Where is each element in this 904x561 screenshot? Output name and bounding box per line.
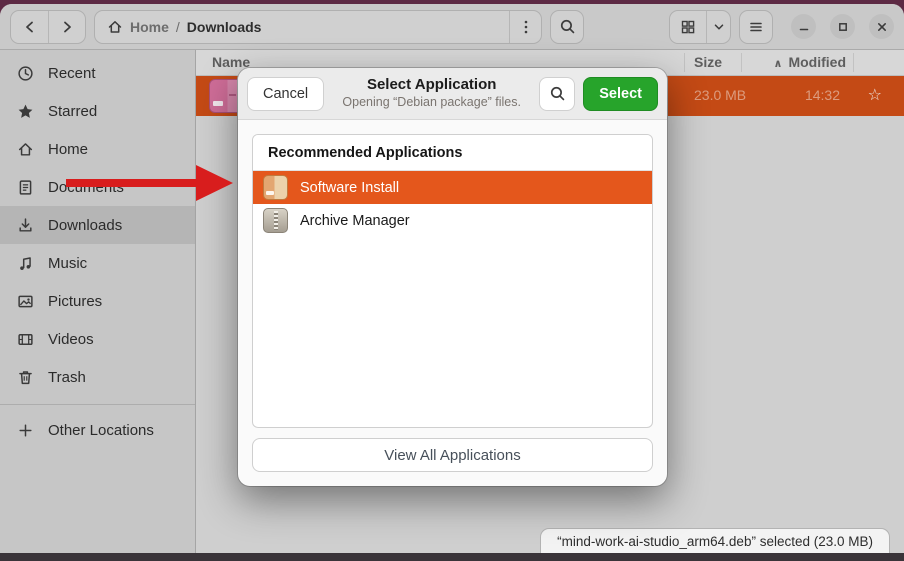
main-menu-button[interactable] [739,10,773,44]
chevron-down-icon [712,20,726,34]
sidebar-item-label: Pictures [48,293,102,310]
chevron-right-icon [59,19,75,35]
select-application-dialog: Cancel Select Application Opening “Debia… [238,68,667,486]
sidebar-item-label: Downloads [48,217,122,234]
headerbar: Home / Downloads [0,4,904,50]
annotation-arrow-icon [60,160,240,206]
column-header-name[interactable]: Name [212,54,250,70]
sidebar-item-label: Other Locations [48,422,154,439]
sidebar-item-downloads[interactable]: Downloads [0,206,195,244]
app-row-software-install[interactable]: Software Install [253,171,652,204]
document-icon [17,179,34,196]
minimize-icon [798,21,810,33]
sidebar-item-label: Videos [48,331,94,348]
recommended-applications-header: Recommended Applications [253,135,652,171]
dialog-search-button[interactable] [539,77,575,111]
app-name: Software Install [300,180,399,196]
sidebar: Recent Starred Home Documents [0,50,196,553]
chevron-left-icon [22,19,38,35]
picture-icon [17,293,34,310]
sidebar-item-pictures[interactable]: Pictures [0,282,195,320]
deb-package-icon [263,175,288,200]
search-icon [559,18,576,35]
sort-ascending-icon: ∧ [774,58,783,70]
breadcrumb-separator: / [176,19,180,35]
file-modified-time: 14:32 [805,87,840,103]
file-size: 23.0 MB [694,87,746,103]
status-text: “mind-work-ai-studio_arm64.deb” selected… [557,534,873,549]
status-bar: “mind-work-ai-studio_arm64.deb” selected… [540,528,890,553]
star-icon [17,103,34,120]
plus-icon [17,422,34,439]
cancel-button[interactable]: Cancel [247,77,324,111]
dialog-headerbar: Cancel Select Application Opening “Debia… [238,68,667,120]
grid-view-icon [680,19,696,35]
film-icon [17,331,34,348]
grid-view-button[interactable] [670,11,706,43]
app-name: Archive Manager [300,213,410,229]
zip-archive-icon [263,208,288,233]
minimize-button[interactable] [791,14,816,39]
view-toggle-group [669,10,731,44]
trash-icon [17,369,34,386]
close-button[interactable] [869,14,894,39]
sidebar-separator [0,404,195,405]
sidebar-item-label: Home [48,141,88,158]
breadcrumb-current[interactable]: Downloads [187,19,262,35]
sidebar-item-music[interactable]: Music [0,244,195,282]
dialog-subtitle: Opening “Debian package” files. [332,95,531,111]
hamburger-menu-icon [748,19,764,35]
close-icon [876,21,888,33]
star-outline-icon[interactable]: ☆ [868,85,882,105]
forward-button[interactable] [48,11,85,43]
desktop-edge [0,553,904,561]
breadcrumb[interactable]: Home / Downloads [94,10,542,44]
back-button[interactable] [11,11,48,43]
view-all-applications-button[interactable]: View All Applications [252,438,653,472]
breadcrumb-parent[interactable]: Home [130,19,169,35]
sidebar-item-videos[interactable]: Videos [0,320,195,358]
home-icon [107,19,123,35]
sidebar-item-label: Recent [48,65,96,82]
select-button[interactable]: Select [583,77,658,111]
window-controls [791,14,894,39]
column-header-size[interactable]: Size [694,54,722,70]
home-icon [17,141,34,158]
view-options-button[interactable] [706,11,730,43]
sidebar-item-recent[interactable]: Recent [0,54,195,92]
sidebar-item-starred[interactable]: Starred [0,92,195,130]
kebab-menu-icon [518,19,534,35]
sidebar-item-label: Trash [48,369,86,386]
sidebar-item-label: Music [48,255,87,272]
music-note-icon [17,255,34,272]
search-icon [549,85,566,102]
clock-icon [17,65,34,82]
column-header-modified[interactable]: ∧Modified [774,54,846,70]
dialog-title: Select Application [332,76,531,95]
application-list: Recommended Applications Software Instal… [252,134,653,428]
app-row-archive-manager[interactable]: Archive Manager [253,204,652,237]
sidebar-item-label: Starred [48,103,97,120]
path-menu-button[interactable] [509,11,541,43]
search-button[interactable] [550,10,584,44]
history-nav-group [10,10,86,44]
sidebar-item-trash[interactable]: Trash [0,358,195,396]
maximize-button[interactable] [830,14,855,39]
sidebar-item-other-locations[interactable]: Other Locations [0,411,195,449]
maximize-icon [837,21,849,33]
download-icon [17,217,34,234]
